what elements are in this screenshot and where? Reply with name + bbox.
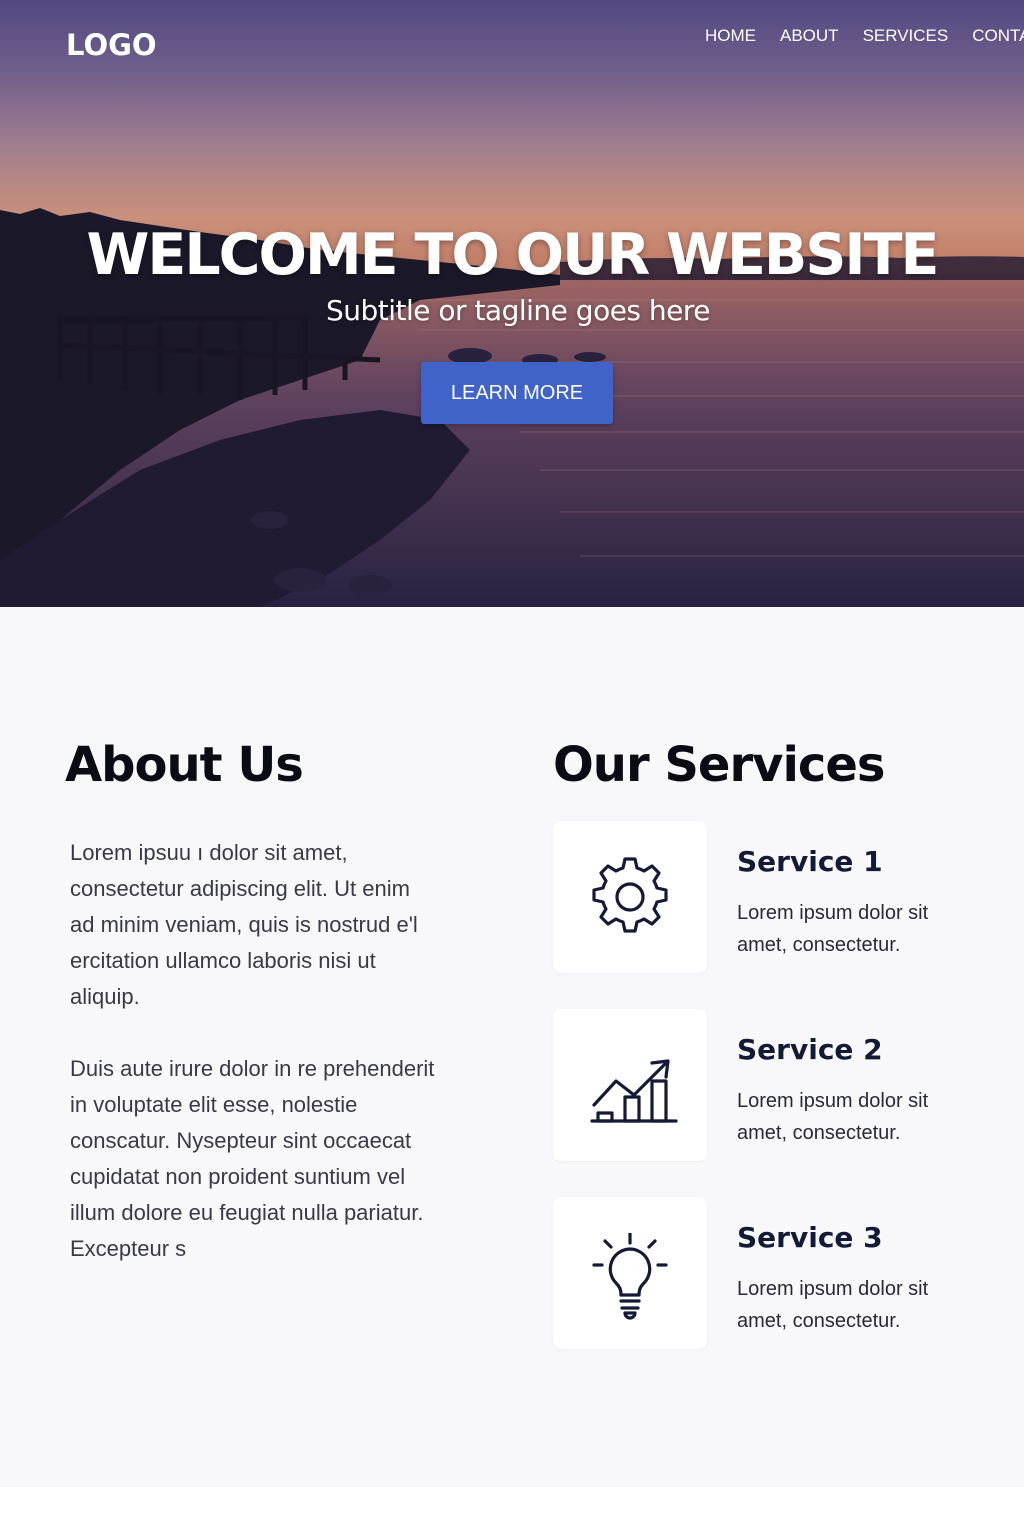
service-description: Lorem ipsum dolor sit amet, consectetur. <box>737 902 929 956</box>
services-heading: Our Services <box>553 737 885 793</box>
service-title: Service 1 <box>737 845 883 878</box>
nav-item-services[interactable]: SERVICES <box>863 26 949 46</box>
service-card-1[interactable]: Service 1 Lorem ipsum dolor sit amet, co… <box>553 821 993 973</box>
about-paragraph: Duis aute irure dolor in re prehenderit … <box>70 1056 435 1261</box>
growth-chart-icon <box>590 1059 678 1123</box>
hero-title: WELCOME TO OUR WEBSITE <box>86 222 940 288</box>
service-icon-box <box>553 1197 707 1349</box>
service-description: Lorem ipsum dolor sit amet, consectetur. <box>737 1278 929 1332</box>
main-nav: HOME ABOUT SERVICES CONTA <box>705 26 1024 46</box>
learn-more-button[interactable]: LEARN MORE <box>421 362 613 424</box>
service-card-3[interactable]: Service 3 Lorem ipsum dolor sit amet, co… <box>553 1197 993 1349</box>
service-title: Service 2 <box>737 1033 883 1066</box>
lightbulb-icon <box>592 1233 668 1320</box>
service-description: Lorem ipsum dolor sit amet, consectetur. <box>737 1090 929 1144</box>
service-card-2[interactable]: Service 2 Lorem ipsum dolor sit amet, co… <box>553 1009 993 1161</box>
site-logo[interactable]: LOGO <box>66 28 157 62</box>
nav-item-contact[interactable]: CONTA <box>972 26 1024 46</box>
nav-item-home[interactable]: HOME <box>705 26 756 46</box>
hero-subtitle: Subtitle or tagline goes here <box>325 294 711 327</box>
about-heading: About Us <box>65 737 304 793</box>
footer-strip <box>0 1487 1024 1536</box>
about-paragraph: Lorem ipsuu ı dolor sit amet, consectetu… <box>70 840 418 1009</box>
about-body: Lorem ipsuu ı dolor sit amet, consectetu… <box>70 835 440 1303</box>
hero-section: LOGO HOME ABOUT SERVICES CONTA WELCOME T… <box>0 0 1024 607</box>
service-icon-box <box>553 1009 707 1161</box>
service-title: Service 3 <box>737 1221 883 1254</box>
nav-item-about[interactable]: ABOUT <box>780 26 839 46</box>
content-section: About Us Lorem ipsuu ı dolor sit amet, c… <box>0 607 1024 1487</box>
service-icon-box <box>553 821 707 973</box>
gear-icon <box>592 857 668 933</box>
